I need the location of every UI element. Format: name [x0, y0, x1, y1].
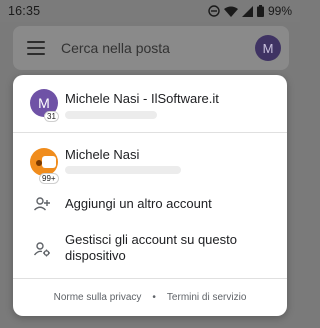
privacy-policy-link[interactable]: Norme sulla privacy [54, 292, 142, 303]
account-name: Michele Nasi - IlSoftware.it [65, 91, 219, 106]
account-name: Michele Nasi [65, 147, 140, 162]
unread-count-badge: 99+ [39, 173, 59, 184]
status-bar: 16:35 99% [0, 0, 300, 22]
footer-separator: • [152, 292, 156, 303]
account-switcher-dialog: M 31 Michele Nasi - IlSoftware.it 99+ Mi… [13, 75, 287, 316]
status-icons: 99% [208, 4, 292, 18]
account-email-redacted [65, 111, 157, 119]
account-email-redacted [65, 166, 181, 174]
battery-percent: 99% [267, 4, 292, 18]
manage-accounts-label: Gestisci gli account su questo dispositi… [65, 232, 237, 263]
manage-accounts-icon [33, 242, 50, 257]
battery-icon [256, 5, 264, 17]
add-account-label: Aggiungi un altro account [65, 196, 212, 211]
other-account[interactable]: 99+ Michele Nasi [13, 133, 287, 185]
signal-icon [241, 5, 253, 17]
person-add-icon [34, 197, 50, 211]
status-time: 16:35 [8, 4, 41, 18]
current-account[interactable]: M 31 Michele Nasi - IlSoftware.it [13, 75, 287, 132]
dialog-footer: Norme sulla privacy • Termini di servizi… [13, 279, 287, 316]
wifi-icon [223, 6, 238, 17]
add-account-button[interactable]: Aggiungi un altro account [13, 189, 287, 219]
manage-accounts-button[interactable]: Gestisci gli account su questo dispositi… [13, 227, 287, 271]
search-placeholder[interactable]: Cerca nella posta [61, 40, 170, 56]
account-avatar-button[interactable]: M [255, 35, 281, 61]
avatar [30, 148, 58, 176]
terms-of-service-link[interactable]: Termini di servizio [167, 292, 246, 303]
search-bar[interactable]: Cerca nella posta M [13, 26, 289, 70]
unread-count-badge: 31 [44, 111, 59, 122]
do-not-disturb-icon [208, 5, 220, 17]
menu-icon[interactable] [27, 41, 45, 55]
